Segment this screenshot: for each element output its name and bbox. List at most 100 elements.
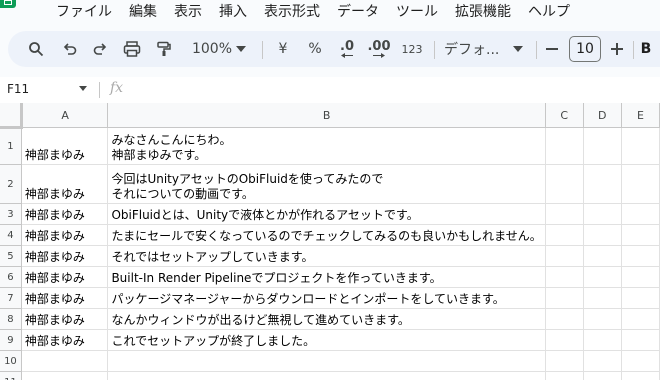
cell-b6[interactable]: Built-In Render Pipelineでプロジェクトを作っていきます。 (107, 266, 546, 288)
name-box[interactable]: F11 (7, 82, 29, 96)
cell-a10[interactable] (21, 350, 109, 372)
cell-a1[interactable]: 神部まゆみ (21, 127, 109, 165)
percent-format-button[interactable]: % (306, 31, 324, 67)
decrease-font-size-icon[interactable] (544, 31, 560, 67)
column-header-b[interactable]: B (107, 103, 546, 128)
column-header-e[interactable]: E (621, 103, 660, 128)
cell-c3[interactable] (545, 203, 584, 225)
print-icon[interactable] (120, 31, 144, 67)
cell-a7[interactable]: 神部まゆみ (21, 287, 109, 309)
cell-e8[interactable] (621, 308, 660, 330)
increase-decimal-button[interactable]: .00 (366, 31, 392, 67)
menu-tools[interactable]: ツール (396, 3, 438, 21)
zoom-select[interactable]: 100% (190, 31, 234, 67)
cell-b10[interactable] (107, 350, 546, 372)
menu-edit[interactable]: 編集 (129, 3, 157, 21)
cell-d1[interactable] (583, 127, 622, 165)
cell-e10[interactable] (621, 350, 660, 372)
row-header[interactable]: 9 (0, 329, 22, 351)
cell-d8[interactable] (583, 308, 622, 330)
name-box-caret-icon[interactable] (79, 86, 87, 91)
more-formats-button[interactable]: 123 (400, 31, 424, 67)
cell-e9[interactable] (621, 329, 660, 351)
row-header[interactable]: 2 (0, 164, 22, 204)
cell-d3[interactable] (583, 203, 622, 225)
cell-e2[interactable] (621, 164, 660, 204)
cell-c11[interactable] (545, 371, 584, 380)
cell-d5[interactable] (583, 245, 622, 267)
cell-b4[interactable]: たまにセールで安くなっているのでチェックしてみるのも良いかもしれません。 (107, 224, 546, 246)
menu-view[interactable]: 表示 (174, 3, 202, 21)
cell-e1[interactable] (621, 127, 660, 165)
font-family-select[interactable]: デフォ... (444, 31, 514, 67)
menu-help[interactable]: ヘルプ (528, 3, 570, 21)
cell-c7[interactable] (545, 287, 584, 309)
cell-a11[interactable] (21, 371, 109, 380)
row-header[interactable]: 11 (0, 371, 22, 380)
cell-b11[interactable] (107, 371, 546, 380)
cell-c4[interactable] (545, 224, 584, 246)
row-header[interactable]: 1 (0, 127, 22, 165)
cell-b7[interactable]: パッケージマネージャーからダウンロードとインポートをしていきます。 (107, 287, 546, 309)
cell-b5[interactable]: それではセットアップしていきます。 (107, 245, 546, 267)
cell-d6[interactable] (583, 266, 622, 288)
row-header[interactable]: 8 (0, 308, 22, 330)
row-header[interactable]: 7 (0, 287, 22, 309)
cell-d11[interactable] (583, 371, 622, 380)
menu-file[interactable]: ファイル (56, 3, 112, 21)
cell-e3[interactable] (621, 203, 660, 225)
cell-a6[interactable]: 神部まゆみ (21, 266, 109, 288)
row-header[interactable]: 3 (0, 203, 22, 225)
redo-icon[interactable] (88, 31, 112, 67)
cell-b1[interactable]: みなさんこんにちわ。 神部まゆみです。 (107, 127, 546, 165)
font-caret-icon[interactable] (512, 31, 524, 67)
menu-extensions[interactable]: 拡張機能 (455, 3, 511, 21)
cell-e4[interactable] (621, 224, 660, 246)
zoom-caret-icon[interactable] (234, 31, 248, 67)
cell-e5[interactable] (621, 245, 660, 267)
cell-b9[interactable]: これでセットアップが終了しました。 (107, 329, 546, 351)
cell-a4[interactable]: 神部まゆみ (21, 224, 109, 246)
cell-c1[interactable] (545, 127, 584, 165)
decrease-decimal-button[interactable]: .0 (334, 31, 360, 67)
cell-c2[interactable] (545, 164, 584, 204)
cell-a8[interactable]: 神部まゆみ (21, 308, 109, 330)
undo-icon[interactable] (58, 31, 82, 67)
cell-c8[interactable] (545, 308, 584, 330)
row-header[interactable]: 4 (0, 224, 22, 246)
cell-b3[interactable]: ObiFluidとは、Unityで液体とかが作れるアセットです。 (107, 203, 546, 225)
cell-c9[interactable] (545, 329, 584, 351)
cell-c10[interactable] (545, 350, 584, 372)
sheets-logo-icon[interactable] (0, 0, 16, 8)
cell-d2[interactable] (583, 164, 622, 204)
row-header[interactable]: 6 (0, 266, 22, 288)
menu-insert[interactable]: 挿入 (219, 3, 247, 21)
increase-font-size-icon[interactable] (608, 31, 626, 67)
cell-c5[interactable] (545, 245, 584, 267)
row-header[interactable]: 10 (0, 350, 22, 372)
cell-e7[interactable] (621, 287, 660, 309)
cell-a3[interactable]: 神部まゆみ (21, 203, 109, 225)
currency-format-button[interactable]: ¥ (274, 31, 292, 67)
column-header-a[interactable]: A (21, 103, 109, 128)
spreadsheet-grid[interactable]: A B C D E 1 神部まゆみ みなさんこんにちわ。 神部まゆみです。 2 … (0, 103, 660, 380)
select-all-corner[interactable] (0, 103, 23, 129)
font-size-input[interactable]: 10 (569, 36, 601, 62)
cell-e11[interactable] (621, 371, 660, 380)
cell-b8[interactable]: なんかウィンドウが出るけど無視して進めていきます。 (107, 308, 546, 330)
bold-button[interactable]: B (638, 31, 654, 67)
cell-a2[interactable]: 神部まゆみ (21, 164, 109, 204)
paint-format-icon[interactable] (152, 31, 176, 67)
search-menus-icon[interactable] (24, 31, 48, 67)
menu-format[interactable]: 表示形式 (264, 3, 320, 21)
menu-data[interactable]: データ (337, 3, 379, 21)
cell-e6[interactable] (621, 266, 660, 288)
cell-d9[interactable] (583, 329, 622, 351)
cell-d4[interactable] (583, 224, 622, 246)
cell-b2[interactable]: 今回はUnityアセットのObiFluidを使ってみたので それについての動画で… (107, 164, 546, 204)
cell-a9[interactable]: 神部まゆみ (21, 329, 109, 351)
column-header-d[interactable]: D (583, 103, 622, 128)
cell-d7[interactable] (583, 287, 622, 309)
row-header[interactable]: 5 (0, 245, 22, 267)
cell-d10[interactable] (583, 350, 622, 372)
